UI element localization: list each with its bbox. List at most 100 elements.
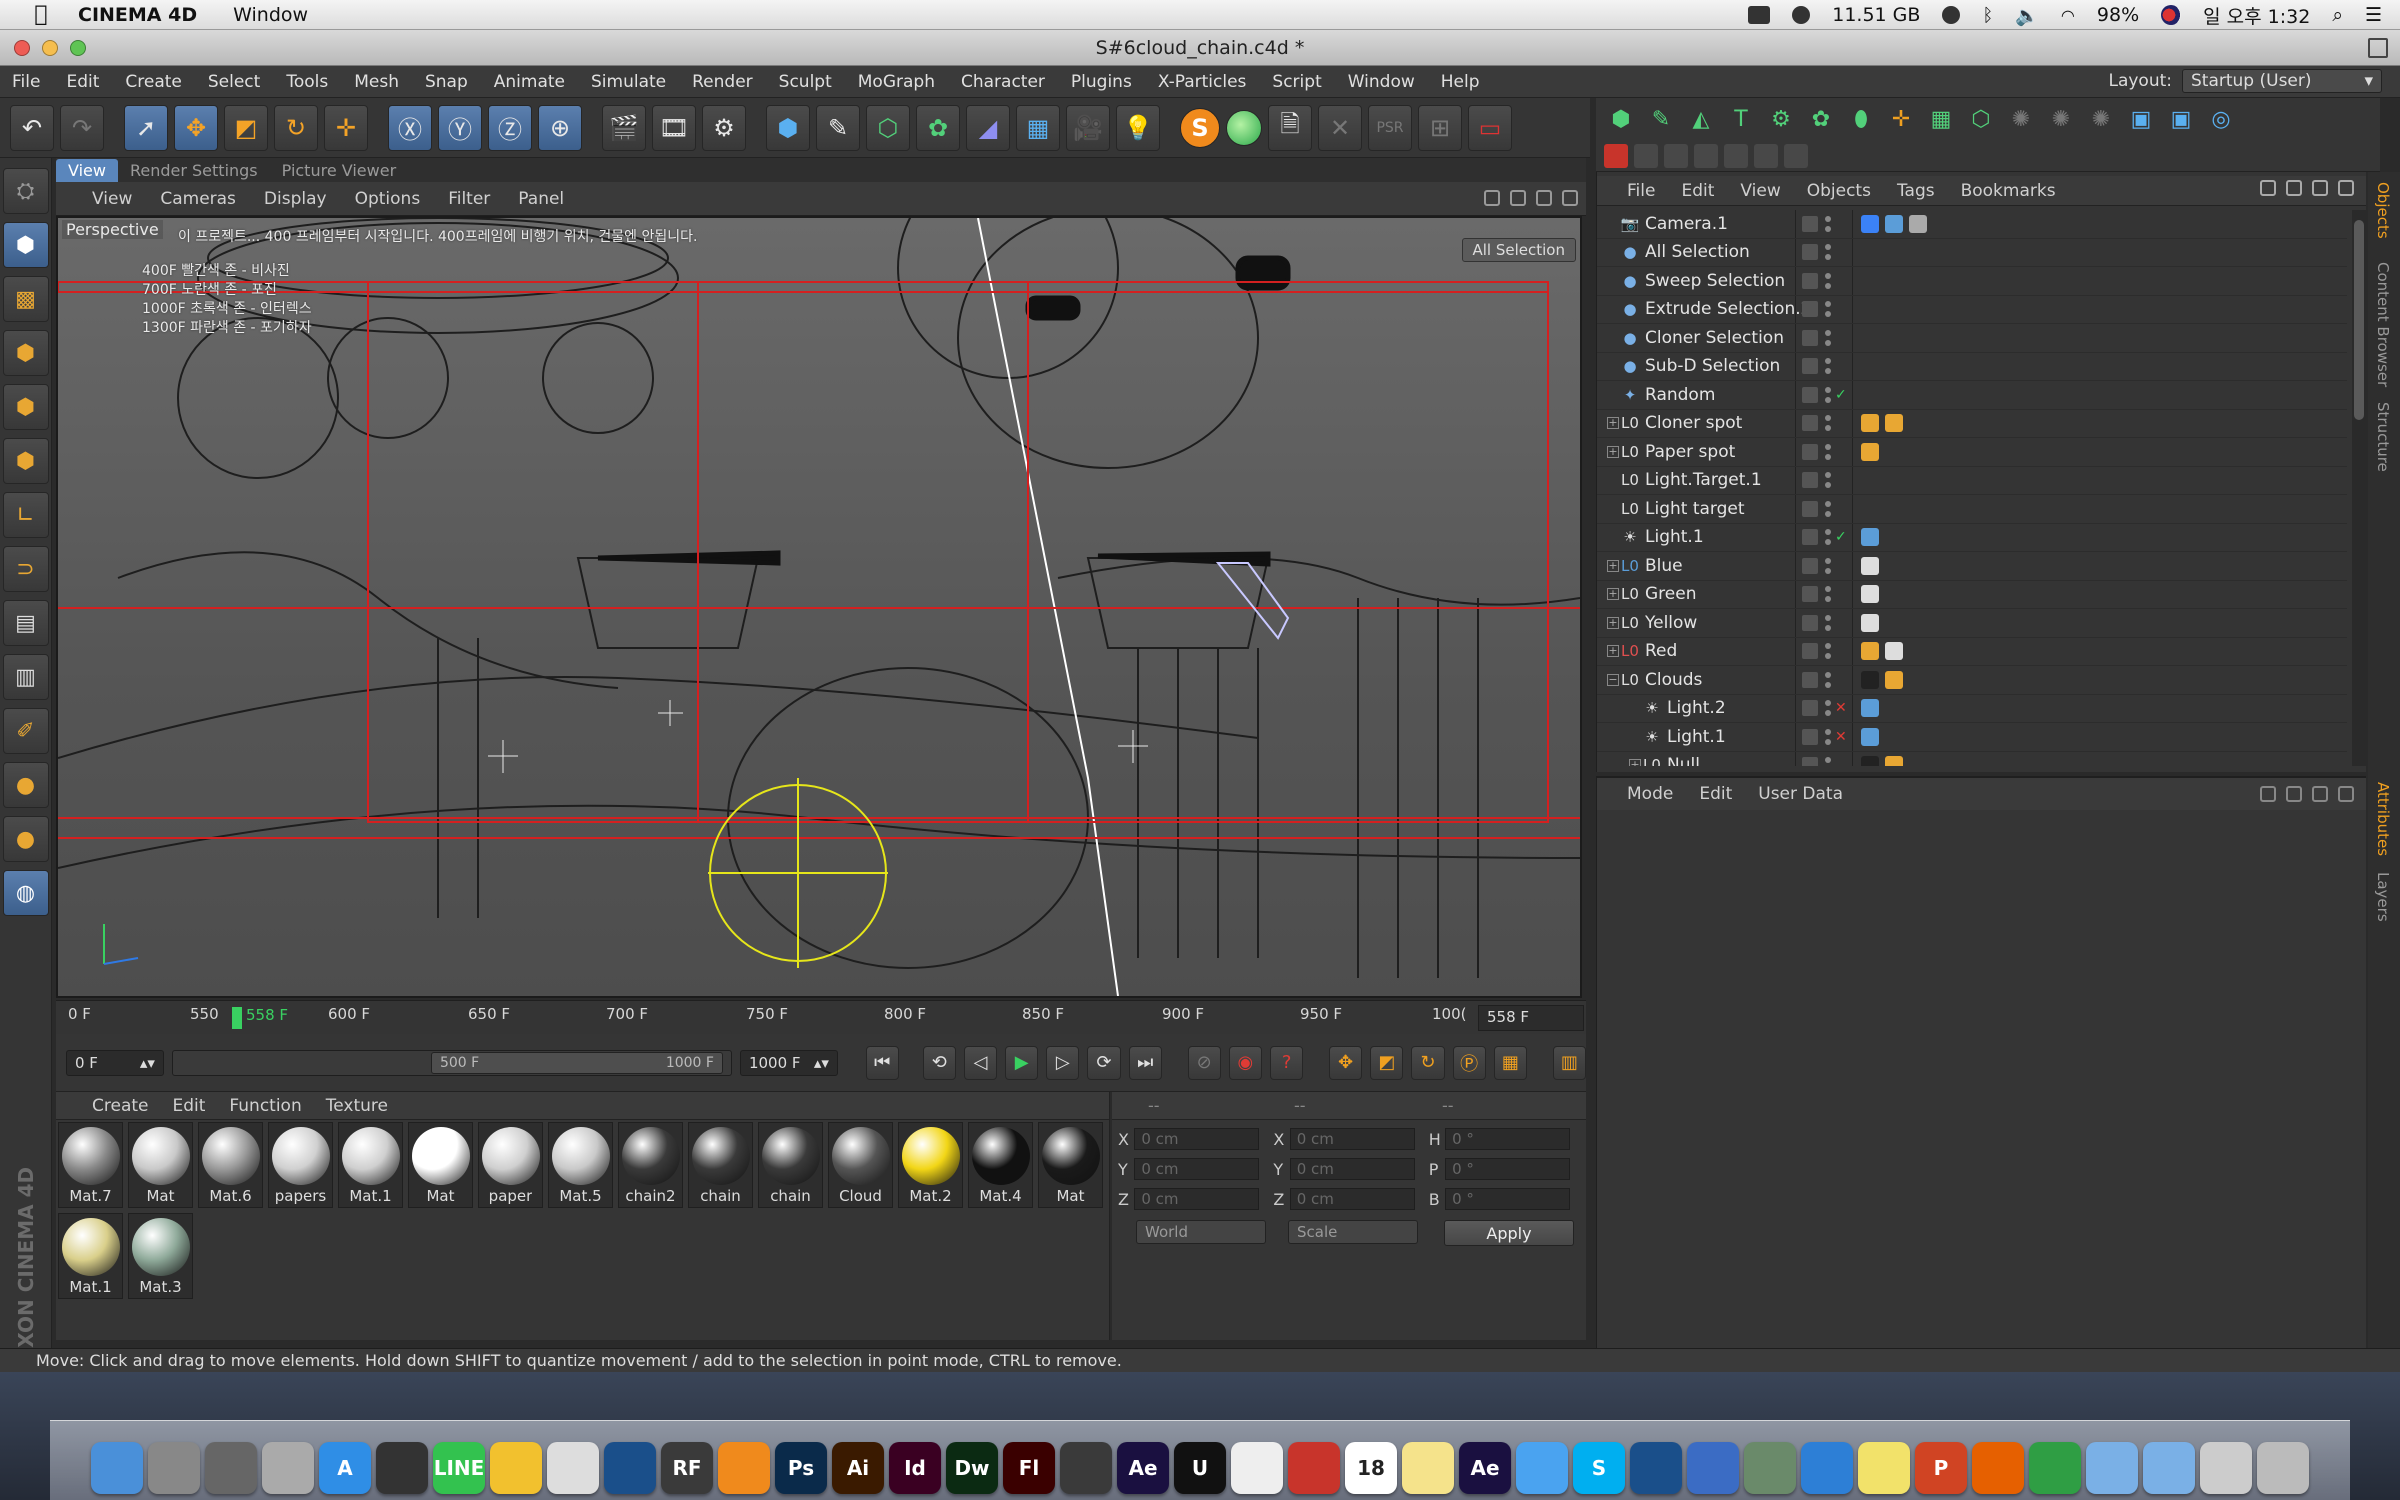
menu-create[interactable]: Create bbox=[125, 72, 182, 92]
expand-toggle-icon[interactable]: − bbox=[1607, 673, 1619, 686]
material-swatch[interactable]: Mat.3 bbox=[128, 1213, 193, 1299]
quicktime-icon[interactable] bbox=[604, 1442, 656, 1494]
app-menu[interactable]: CINEMA 4D bbox=[78, 4, 197, 26]
play-button[interactable]: ▶ bbox=[1005, 1045, 1039, 1080]
layer-icon[interactable] bbox=[1802, 415, 1818, 432]
collapse-icon[interactable] bbox=[2312, 180, 2328, 196]
illustrator-icon[interactable]: Ai bbox=[832, 1442, 884, 1494]
rf-icon[interactable]: RF bbox=[661, 1442, 713, 1494]
object-name[interactable]: Cloner spot bbox=[1645, 413, 1742, 433]
visibility-dots[interactable] bbox=[1825, 443, 1831, 460]
go-to-start-button[interactable]: ⏮ bbox=[865, 1045, 899, 1080]
timeline-ruler[interactable]: 0 F 550 558 F 600 F 650 F 700 F 750 F 80… bbox=[56, 1000, 1586, 1034]
tool-b-icon[interactable] bbox=[1664, 143, 1688, 168]
after-effects-icon[interactable]: Ae bbox=[1117, 1442, 1169, 1494]
tool-e-icon[interactable] bbox=[1754, 143, 1778, 168]
line-icon[interactable]: LINE bbox=[433, 1442, 485, 1494]
key-scale-button[interactable]: ◩ bbox=[1370, 1045, 1404, 1080]
texture-mode-icon[interactable]: ▩ bbox=[2, 276, 49, 322]
input-flag-icon[interactable] bbox=[2161, 5, 2182, 25]
object-row[interactable]: ✦ Random ✓ bbox=[1597, 381, 2347, 410]
object-row[interactable]: + L0 Paper spot bbox=[1597, 438, 2347, 467]
google-drive-icon[interactable] bbox=[490, 1442, 542, 1494]
floor-button[interactable]: ▦ bbox=[1016, 104, 1060, 151]
s-plugin-button[interactable]: S bbox=[1180, 107, 1220, 148]
fracture-icon[interactable]: ✎ bbox=[1644, 102, 1678, 136]
material-menu-edit[interactable]: Edit bbox=[173, 1096, 206, 1116]
object-name[interactable]: Light.Target.1 bbox=[1645, 470, 1762, 490]
disk-icon[interactable] bbox=[1792, 6, 1811, 24]
menu-character[interactable]: Character bbox=[961, 72, 1045, 92]
object-tag-icon[interactable] bbox=[1861, 727, 1879, 746]
disabled-cross-icon[interactable]: ✕ bbox=[1835, 729, 1847, 745]
menu-select[interactable]: Select bbox=[208, 72, 260, 92]
attributes-menu-user-data[interactable]: User Data bbox=[1758, 784, 1843, 804]
menu-sculpt[interactable]: Sculpt bbox=[779, 72, 832, 92]
effector-icon[interactable]: ⚙ bbox=[1764, 102, 1798, 136]
dynamics-button[interactable]: ✕ bbox=[1318, 104, 1362, 151]
matrix-icon[interactable]: ◭ bbox=[1684, 102, 1718, 136]
object-tag-icon[interactable] bbox=[1861, 214, 1879, 233]
zoom-button[interactable] bbox=[70, 40, 86, 56]
object-name[interactable]: Light.1 bbox=[1667, 727, 1726, 747]
object-tag-icon[interactable] bbox=[1861, 642, 1879, 661]
visibility-dots[interactable] bbox=[1825, 557, 1831, 574]
plain-effector-icon[interactable]: ⬮ bbox=[1844, 102, 1878, 136]
deformer-button[interactable]: ◢ bbox=[966, 104, 1010, 151]
object-menu-view[interactable]: View bbox=[1740, 181, 1780, 201]
viewport-menu-cameras[interactable]: Cameras bbox=[160, 189, 236, 209]
visibility-dots[interactable] bbox=[1825, 272, 1831, 289]
size-x-field[interactable]: 0 cm bbox=[1289, 1128, 1415, 1150]
visibility-dots[interactable] bbox=[1825, 700, 1831, 717]
object-name[interactable]: Random bbox=[1645, 385, 1715, 405]
pan-icon[interactable] bbox=[1484, 190, 1500, 206]
xp-tools-icon[interactable]: ◎ bbox=[2204, 102, 2238, 136]
object-tag-icon[interactable] bbox=[1861, 528, 1879, 547]
current-frame-field[interactable]: 558 F bbox=[1478, 1005, 1584, 1031]
visibility-dots[interactable] bbox=[1825, 728, 1831, 745]
side-tab-attributes[interactable]: Attributes bbox=[2374, 782, 2392, 856]
object-name[interactable]: Green bbox=[1645, 584, 1696, 604]
coord-scale-select[interactable]: Scale bbox=[1288, 1220, 1418, 1244]
network-icon[interactable] bbox=[1687, 1442, 1739, 1494]
previous-frame-button[interactable]: ◁ bbox=[963, 1045, 998, 1080]
material-swatch[interactable]: Mat bbox=[1038, 1122, 1103, 1208]
expand-toggle-icon[interactable]: + bbox=[1607, 616, 1619, 629]
close-button[interactable] bbox=[14, 40, 30, 56]
attr-lock-icon[interactable] bbox=[2286, 786, 2302, 802]
xp-question-icon[interactable]: ▣ bbox=[2164, 102, 2198, 136]
window-menu[interactable]: Window bbox=[233, 4, 308, 26]
screen-record-icon[interactable] bbox=[1748, 6, 1771, 24]
preview-range-bar[interactable]: 500 F 1000 F bbox=[430, 1051, 723, 1074]
xp-system-icon[interactable]: ✺ bbox=[2044, 102, 2078, 136]
layer-icon[interactable] bbox=[1802, 700, 1818, 717]
chrome-icon[interactable] bbox=[2029, 1442, 2081, 1494]
notes-icon[interactable] bbox=[1402, 1442, 1454, 1494]
object-tag-icon[interactable] bbox=[1861, 613, 1879, 632]
object-name[interactable]: Null bbox=[1667, 755, 1700, 766]
object-tag-icon[interactable] bbox=[1885, 414, 1903, 433]
calendar-icon[interactable]: 18 bbox=[1345, 1442, 1397, 1494]
menu-render[interactable]: Render bbox=[692, 72, 753, 92]
select-tool-button[interactable]: ➚ bbox=[124, 104, 168, 151]
attributes-menu-mode[interactable]: Mode bbox=[1627, 784, 1673, 804]
folder-button[interactable]: ▭ bbox=[1468, 104, 1512, 151]
object-name[interactable]: Camera.1 bbox=[1645, 214, 1728, 234]
menu-snap[interactable]: Snap bbox=[425, 72, 468, 92]
apple-icon[interactable]:  bbox=[26, 2, 56, 27]
menu-help[interactable]: Help bbox=[1441, 72, 1480, 92]
quicktime-2-icon[interactable] bbox=[1630, 1442, 1682, 1494]
next-frame-button[interactable]: ▷ bbox=[1046, 1045, 1080, 1080]
workplane-grid-icon[interactable]: ◍ bbox=[2, 870, 49, 916]
layer-icon[interactable] bbox=[1802, 643, 1818, 660]
object-row[interactable]: + L0 Red bbox=[1597, 637, 2347, 666]
axis-mode-icon[interactable]: ∟ bbox=[2, 492, 49, 538]
xp-modifier-icon[interactable]: ✺ bbox=[2084, 102, 2118, 136]
visibility-dots[interactable] bbox=[1825, 500, 1831, 517]
layer-icon[interactable] bbox=[1802, 472, 1818, 489]
finder-icon[interactable] bbox=[91, 1442, 143, 1494]
expand-toggle-icon[interactable]: + bbox=[1607, 445, 1619, 458]
object-row[interactable]: + L0 Null bbox=[1597, 751, 2347, 766]
start-frame-field[interactable]: 0 F ▴▾ bbox=[66, 1049, 164, 1076]
attr-search-icon[interactable] bbox=[2260, 786, 2276, 802]
